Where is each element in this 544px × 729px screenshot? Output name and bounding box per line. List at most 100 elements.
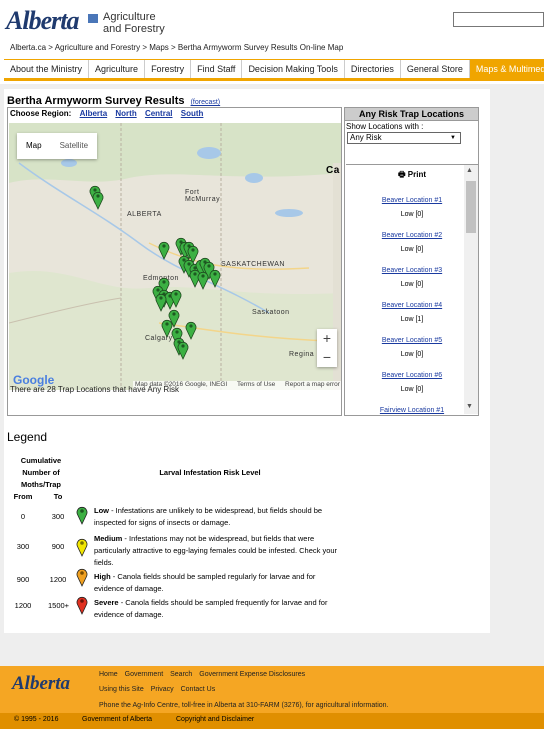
legend-col-cumulative-line3: Moths/Trap	[20, 480, 61, 489]
logo-flag-icon	[88, 14, 98, 23]
legend-from: 300	[16, 542, 30, 551]
nav-general-store[interactable]: General Store	[401, 60, 470, 78]
location-link[interactable]: Beaver Location #5	[346, 337, 478, 344]
map-report-error-link[interactable]: Report a map error	[285, 381, 340, 388]
footer-link-contact[interactable]: Contact Us	[181, 686, 216, 693]
footer-alberta-logo[interactable]: Alberta	[12, 673, 70, 695]
location-list: 🖶 Print Beaver Location #1 Low [0] Beave…	[346, 164, 478, 414]
region-north[interactable]: North	[115, 109, 136, 118]
nav-find-staff[interactable]: Find Staff	[191, 60, 243, 78]
footer-links-row1: Home Government Search Government Expens…	[99, 671, 310, 678]
legend-from: 0	[20, 512, 26, 521]
nav-directories[interactable]: Directories	[345, 60, 401, 78]
footer-link-privacy[interactable]: Privacy	[151, 686, 174, 693]
map-tab-map[interactable]: Map	[17, 133, 51, 159]
trap-marker[interactable]	[161, 320, 173, 338]
trap-marker[interactable]	[177, 342, 189, 360]
legend-from: 900	[16, 575, 30, 584]
legend-col-to: To	[53, 492, 63, 501]
ministry-name-line1: Agriculture	[103, 11, 156, 23]
breadcrumb-current: Bertha Armyworm Survey Results On-line M…	[177, 43, 344, 52]
map-tab-satellite[interactable]: Satellite	[51, 133, 97, 159]
breadcrumb-separator: >	[46, 43, 55, 52]
footer-link-expense[interactable]: Government Expense Disclosures	[199, 671, 305, 678]
zoom-control: + −	[317, 329, 337, 367]
location-link[interactable]: Beaver Location #3	[346, 267, 478, 274]
dropdown-arrow-icon: ▼	[450, 135, 456, 141]
trap-marker[interactable]	[155, 294, 167, 312]
legend-to: 1500+	[48, 601, 70, 610]
alberta-logo[interactable]: Alberta	[6, 6, 79, 36]
search-input[interactable]	[453, 12, 544, 27]
map-terms-link[interactable]: Terms of Use	[237, 381, 275, 388]
print-button[interactable]: 🖶 Print	[346, 169, 478, 183]
location-link[interactable]: Beaver Location #4	[346, 302, 478, 309]
legend-to: 900	[51, 542, 65, 551]
footer-link-search[interactable]: Search	[170, 671, 192, 678]
trap-marker[interactable]	[92, 192, 104, 210]
list-item: Fairview Location #1	[346, 407, 478, 414]
orange-pin-icon	[76, 569, 88, 587]
list-scrollbar[interactable]: ▲ ▼	[464, 165, 478, 414]
page-title: Bertha Armyworm Survey Results (forecast…	[7, 95, 220, 107]
scroll-up-icon[interactable]: ▲	[466, 167, 473, 174]
nav-decision-tools[interactable]: Decision Making Tools	[242, 60, 345, 78]
forecast-link[interactable]: (forecast)	[191, 99, 221, 106]
region-south[interactable]: South	[181, 109, 204, 118]
footer-link-home[interactable]: Home	[99, 671, 118, 678]
nav-agriculture[interactable]: Agriculture	[89, 60, 146, 78]
trap-marker[interactable]	[158, 242, 170, 260]
breadcrumb-item[interactable]: Alberta.ca	[10, 43, 46, 52]
legend-from: 1200	[14, 601, 32, 610]
region-alberta[interactable]: Alberta	[80, 109, 108, 118]
legend-col-cumulative: Cumulative Number of Moths/Trap	[14, 455, 68, 491]
footer-gov-link[interactable]: Government of Alberta	[82, 713, 152, 727]
breadcrumb-item[interactable]: Maps	[149, 43, 169, 52]
risk-panel-title: Any Risk Trap Locations	[345, 108, 478, 121]
yellow-pin-icon	[76, 539, 88, 557]
zoom-in-button[interactable]: +	[317, 329, 337, 348]
list-item: Beaver Location #1 Low [0]	[346, 197, 478, 218]
map-type-control: Map Satellite	[17, 133, 98, 159]
breadcrumb-separator: >	[140, 43, 150, 52]
site-footer: Alberta Home Government Search Governmen…	[0, 666, 544, 729]
ministry-name: Agriculture and Forestry	[103, 11, 165, 35]
scroll-thumb[interactable]	[466, 181, 476, 233]
location-link[interactable]: Beaver Location #2	[346, 232, 478, 239]
location-risk: Low [0]	[400, 281, 424, 288]
list-item: Beaver Location #6 Low [0]	[346, 372, 478, 393]
legend-col-from: From	[13, 492, 33, 501]
legend-to: 1200	[49, 575, 67, 584]
legend-col-cumulative-line1: Cumulative	[20, 456, 62, 465]
footer-link-government[interactable]: Government	[125, 671, 164, 678]
main-nav: About the Ministry Agriculture Forestry …	[4, 59, 544, 81]
footer-disclaimer-link[interactable]: Copyright and Disclaimer	[176, 713, 254, 727]
location-link[interactable]: Beaver Location #6	[346, 372, 478, 379]
location-link[interactable]: Fairview Location #1	[346, 407, 478, 414]
region-central[interactable]: Central	[145, 109, 173, 118]
ministry-name-line2: and Forestry	[103, 23, 165, 35]
trap-marker[interactable]	[185, 322, 197, 340]
scroll-down-icon[interactable]: ▼	[466, 403, 473, 410]
breadcrumb: Alberta.ca > Agriculture and Forestry > …	[10, 43, 343, 52]
nav-forestry[interactable]: Forestry	[145, 60, 192, 78]
nav-maps-multimedia[interactable]: Maps & Multimedia	[469, 60, 544, 78]
breadcrumb-item[interactable]: Agriculture and Forestry	[55, 43, 140, 52]
legend-desc: - Canola fields should be sampled regula…	[94, 572, 316, 593]
map-panel: Choose Region: Alberta North Central Sou…	[7, 107, 342, 416]
map-canvas[interactable]: ALBERTA Fort McMurray SASKATCHEWAN Edmon…	[9, 123, 341, 390]
page-title-text: Bertha Armyworm Survey Results	[7, 95, 185, 107]
nav-about[interactable]: About the Ministry	[4, 60, 90, 78]
trap-marker[interactable]	[197, 272, 209, 290]
list-item: Beaver Location #4 Low [1]	[346, 302, 478, 323]
footer-phone-text: Phone the Ag-Info Centre, toll-free in A…	[99, 702, 389, 709]
footer-link-using-site[interactable]: Using this Site	[99, 686, 144, 693]
trap-marker[interactable]	[209, 270, 221, 288]
zoom-out-button[interactable]: −	[317, 348, 337, 367]
legend-level: Medium	[94, 534, 123, 543]
location-risk: Low [0]	[400, 211, 424, 218]
location-link[interactable]: Beaver Location #1	[346, 197, 478, 204]
location-risk: Low [0]	[400, 246, 424, 253]
green-pin-icon	[76, 507, 88, 525]
risk-filter-select[interactable]: Any Risk ▼	[347, 132, 461, 144]
